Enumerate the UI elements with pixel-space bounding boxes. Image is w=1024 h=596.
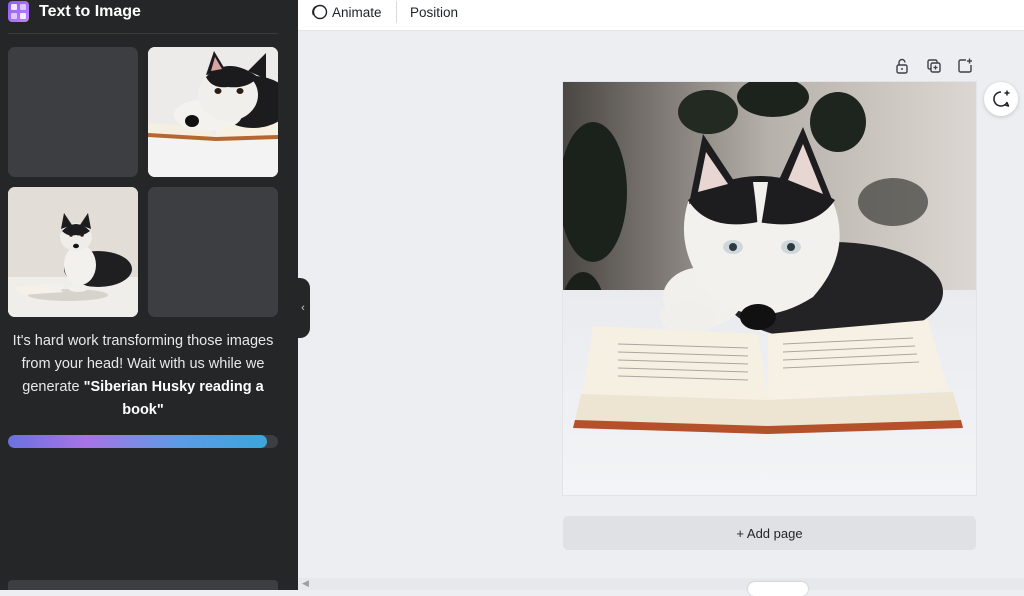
header-divider (8, 33, 278, 34)
horizontal-scrollbar[interactable] (298, 578, 1024, 590)
chevron-left-icon: ‹ (301, 302, 305, 314)
design-page[interactable] (563, 82, 976, 495)
husky-lying-image (148, 47, 278, 177)
animate-button[interactable]: Animate (310, 2, 382, 22)
panel-title: Text to Image (39, 3, 141, 20)
progress-fill (8, 435, 268, 448)
panel-bottom-bar (8, 580, 278, 590)
text-to-image-app-icon (8, 1, 29, 22)
text-to-image-panel: Text to Image It's hard work transformin… (0, 0, 298, 590)
husky-reading-book-image (563, 82, 976, 495)
editor-toolbar: Animate Position (298, 0, 1024, 31)
scroll-left-icon[interactable]: ◀ (302, 578, 309, 589)
panel-header: Text to Image (0, 0, 298, 30)
generation-progress-bar (8, 435, 278, 448)
comment-add-icon[interactable] (984, 82, 1018, 116)
animate-icon (310, 3, 328, 21)
prompt-quote-close: " (156, 402, 164, 418)
add-page-button[interactable]: + Add page (563, 516, 976, 550)
collapse-panel-handle[interactable]: ‹ (296, 278, 310, 338)
toolbar-divider (396, 1, 397, 23)
prompt-text: Siberian Husky reading a book (90, 379, 264, 418)
result-thumbnail-husky-sitting[interactable] (8, 187, 138, 317)
position-button[interactable]: Position (410, 5, 458, 20)
add-page-icon[interactable] (956, 57, 974, 75)
page-nav-pill[interactable] (748, 582, 808, 596)
lock-icon[interactable] (893, 57, 911, 75)
duplicate-icon[interactable] (925, 57, 943, 75)
result-thumbnail-loading (148, 187, 278, 317)
result-thumbnail-loading (8, 47, 138, 177)
husky-sitting-image (8, 187, 138, 317)
generation-status-text: It's hard work transforming those images… (8, 330, 278, 422)
animate-label: Animate (332, 4, 382, 20)
result-thumbnail-husky-lying[interactable] (148, 47, 278, 177)
